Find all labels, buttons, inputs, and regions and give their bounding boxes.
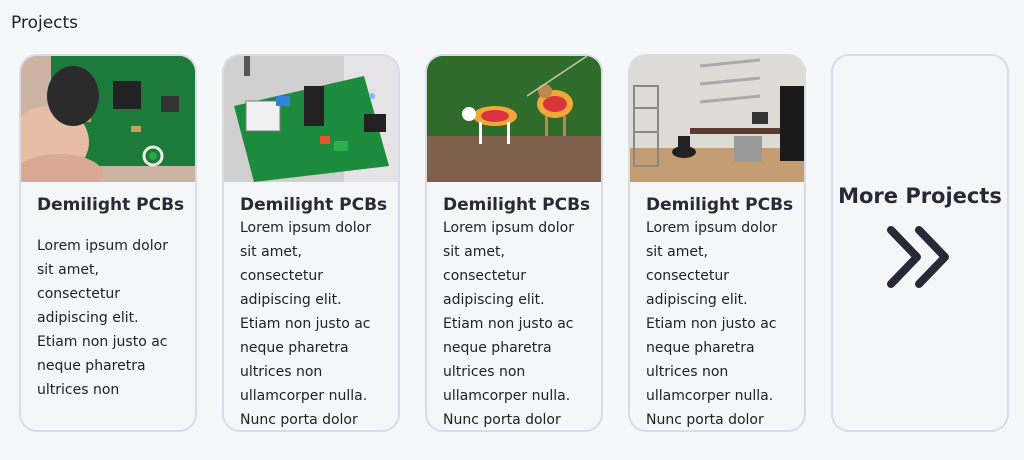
card-description: Lorem ipsum dolor sit amet, consectetur … <box>443 220 574 428</box>
card-description: Lorem ipsum dolor sit amet, consectetur … <box>37 238 168 398</box>
card-title: Demilight PCBs <box>443 195 591 215</box>
project-cards: Demilight PCBs Lorem ipsum dolor sit ame… <box>19 54 1009 432</box>
card-description: Lorem ipsum dolor sit amet, consectetur … <box>240 220 371 428</box>
section-title: Projects <box>11 13 79 33</box>
double-chevron-right-icon <box>885 224 955 294</box>
project-card[interactable]: Demilight PCBs Lorem ipsum dolor sit ame… <box>19 54 197 432</box>
project-thumbnail <box>630 56 804 182</box>
card-title: Demilight PCBs <box>240 195 388 215</box>
project-thumbnail <box>427 56 601 182</box>
project-card[interactable]: Demilight PCBs Lorem ipsum dolor sit ame… <box>222 54 400 432</box>
project-card[interactable]: Demilight PCBs Lorem ipsum dolor sit ame… <box>628 54 806 432</box>
card-title: Demilight PCBs <box>646 195 794 215</box>
more-projects-title: More Projects <box>838 184 1002 208</box>
project-thumbnail <box>224 56 398 182</box>
card-title: Demilight PCBs <box>37 195 185 215</box>
card-description: Lorem ipsum dolor sit amet, consectetur … <box>646 220 777 428</box>
project-thumbnail <box>21 56 195 182</box>
more-projects-card[interactable]: More Projects <box>831 54 1009 432</box>
project-card[interactable]: Demilight PCBs Lorem ipsum dolor sit ame… <box>425 54 603 432</box>
